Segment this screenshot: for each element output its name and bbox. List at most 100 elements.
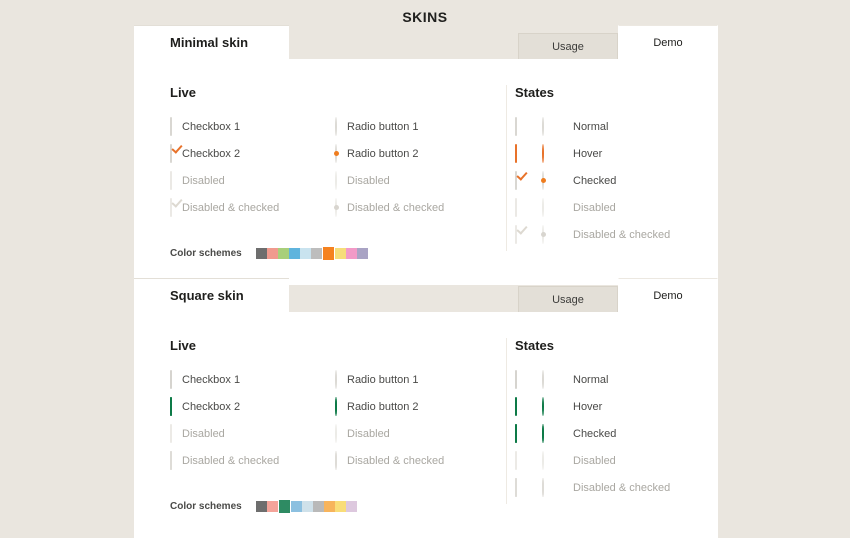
state-row: Hover bbox=[515, 143, 718, 164]
checkbox-box bbox=[170, 197, 172, 217]
option-row[interactable]: Disabled bbox=[335, 170, 500, 191]
checkbox-control[interactable] bbox=[170, 116, 172, 136]
color-swatch[interactable] bbox=[301, 501, 313, 512]
checkbox-control[interactable] bbox=[515, 477, 517, 497]
option-row[interactable]: Disabled & checked bbox=[170, 197, 335, 218]
radio-control[interactable] bbox=[542, 477, 544, 497]
state-radio-slot bbox=[542, 396, 569, 416]
color-swatch[interactable] bbox=[288, 248, 300, 259]
radio-control[interactable] bbox=[335, 423, 337, 443]
tab-spacer bbox=[289, 25, 518, 59]
radio-control[interactable] bbox=[333, 143, 339, 163]
tab-usage[interactable]: Usage bbox=[518, 33, 618, 59]
checkbox-control[interactable] bbox=[515, 369, 517, 389]
checkmark-icon bbox=[515, 479, 517, 497]
radio-control[interactable] bbox=[333, 197, 339, 217]
option-row[interactable]: Radio button 2 bbox=[335, 396, 500, 417]
radio-dot-icon bbox=[333, 151, 339, 156]
color-swatch[interactable] bbox=[357, 501, 368, 512]
radio-control[interactable] bbox=[540, 170, 546, 190]
tab-usage[interactable]: Usage bbox=[518, 286, 618, 312]
color-swatch[interactable] bbox=[334, 248, 346, 259]
radio-control[interactable] bbox=[540, 224, 546, 244]
option-row[interactable]: Disabled & checked bbox=[335, 450, 500, 471]
radio-control[interactable] bbox=[542, 423, 544, 443]
radio-column: Radio button 1 Radio button 2 Disabled Disa… bbox=[335, 369, 500, 477]
option-row[interactable]: Checkbox 2 bbox=[170, 396, 335, 417]
radio-control[interactable] bbox=[542, 369, 544, 389]
color-swatch[interactable] bbox=[290, 501, 302, 512]
radio-control[interactable] bbox=[335, 396, 337, 416]
checkbox-control[interactable] bbox=[170, 170, 172, 190]
color-swatch[interactable] bbox=[255, 501, 267, 512]
checkbox-control[interactable] bbox=[170, 423, 172, 443]
checkbox-control[interactable] bbox=[170, 143, 172, 163]
radio-control[interactable] bbox=[542, 396, 544, 416]
radio-circle bbox=[542, 197, 544, 217]
option-row[interactable]: Radio button 1 bbox=[335, 369, 500, 390]
checkmark-icon bbox=[171, 142, 182, 153]
radio-control[interactable] bbox=[335, 170, 337, 190]
tab-demo[interactable]: Demo bbox=[618, 278, 718, 312]
color-swatch[interactable] bbox=[299, 248, 311, 259]
color-swatch[interactable] bbox=[345, 248, 357, 259]
color-swatch[interactable] bbox=[266, 248, 278, 259]
radio-dot-icon bbox=[540, 232, 546, 237]
radio-circle bbox=[542, 450, 544, 470]
color-swatch[interactable] bbox=[345, 501, 357, 512]
radio-control[interactable] bbox=[335, 116, 337, 136]
checkbox-control[interactable] bbox=[515, 197, 517, 217]
state-checkbox-slot bbox=[515, 116, 542, 136]
option-row[interactable]: Checkbox 1 bbox=[170, 369, 335, 390]
color-swatch[interactable] bbox=[255, 248, 267, 259]
option-row[interactable]: Checkbox 1 bbox=[170, 116, 335, 137]
radio-control[interactable] bbox=[542, 143, 544, 163]
radio-control[interactable] bbox=[335, 369, 337, 389]
option-row[interactable]: Disabled bbox=[335, 423, 500, 444]
color-swatch[interactable] bbox=[334, 501, 346, 512]
color-swatch[interactable] bbox=[310, 248, 322, 259]
color-swatch[interactable] bbox=[266, 501, 278, 512]
state-label: Disabled & checked bbox=[573, 481, 671, 494]
color-swatch[interactable] bbox=[312, 501, 324, 512]
checkbox-control[interactable] bbox=[515, 224, 517, 244]
checkbox-control[interactable] bbox=[170, 396, 172, 416]
state-label: Disabled bbox=[573, 201, 616, 214]
checkbox-control[interactable] bbox=[515, 450, 517, 470]
panel-title: Minimal skin bbox=[170, 35, 249, 50]
checkbox-control[interactable] bbox=[170, 450, 172, 470]
option-row[interactable]: Radio button 1 bbox=[335, 116, 500, 137]
checkbox-control[interactable] bbox=[515, 423, 517, 443]
radio-control[interactable] bbox=[335, 450, 337, 470]
radio-circle bbox=[542, 396, 544, 416]
option-row[interactable]: Disabled & checked bbox=[170, 450, 335, 471]
live-grid: Checkbox 1 Checkbox 2 Disabled Disabled & c… bbox=[170, 369, 506, 477]
tab-demo[interactable]: Demo bbox=[618, 25, 718, 59]
checkbox-control[interactable] bbox=[515, 143, 517, 163]
checkbox-control[interactable] bbox=[170, 369, 172, 389]
radio-control[interactable] bbox=[542, 197, 544, 217]
checkbox-control[interactable] bbox=[515, 170, 517, 190]
checkbox-box bbox=[170, 450, 172, 470]
panel-title-tab[interactable]: Minimal skin bbox=[134, 25, 289, 59]
option-row[interactable]: Checkbox 2 bbox=[170, 143, 335, 164]
radio-control[interactable] bbox=[542, 116, 544, 136]
color-swatch[interactable] bbox=[356, 248, 368, 259]
color-swatch[interactable] bbox=[277, 248, 289, 259]
radio-circle bbox=[540, 224, 546, 244]
option-row[interactable]: Radio button 2 bbox=[333, 143, 500, 164]
live-heading: Live bbox=[170, 338, 197, 353]
checkbox-control[interactable] bbox=[170, 197, 172, 217]
option-row[interactable]: Disabled & checked bbox=[333, 197, 500, 218]
option-row[interactable]: Disabled bbox=[170, 423, 335, 444]
color-swatch[interactable] bbox=[277, 499, 291, 514]
panel-title-tab[interactable]: Square skin bbox=[134, 278, 289, 312]
checkbox-control[interactable] bbox=[515, 116, 517, 136]
color-swatch[interactable] bbox=[323, 501, 335, 512]
radio-control[interactable] bbox=[542, 450, 544, 470]
checkbox-control[interactable] bbox=[515, 396, 517, 416]
option-row[interactable]: Disabled bbox=[170, 170, 335, 191]
state-row: Disabled & checked bbox=[515, 477, 718, 498]
state-checkbox-slot bbox=[515, 170, 542, 190]
color-swatch[interactable] bbox=[321, 246, 335, 261]
